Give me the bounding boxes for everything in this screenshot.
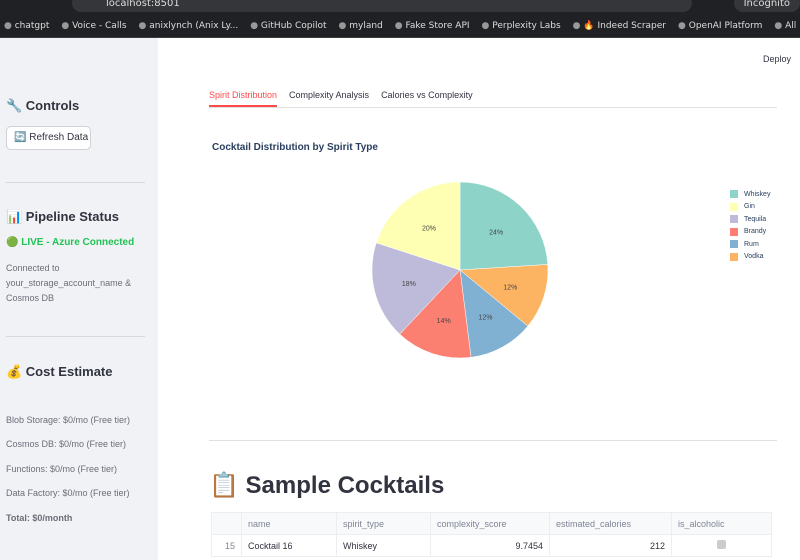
legend-label: Whiskey — [744, 190, 771, 198]
column-header[interactable]: is_alcoholic — [671, 512, 772, 535]
cost-item: Functions: $0/mo (Free tier) — [6, 464, 118, 474]
checkbox[interactable] — [717, 540, 726, 549]
column-header[interactable]: name — [241, 512, 337, 535]
cocktails-table[interactable]: name spirit_type complexity_score estima… — [211, 512, 772, 557]
pie-label: 14% — [437, 318, 451, 325]
legend-swatch — [730, 202, 738, 211]
cell-complexity[interactable]: 9.7454 — [430, 534, 550, 557]
cost-item: Data Factory: $0/mo (Free tier) — [6, 488, 130, 498]
incognito-badge: Incognito — [733, 0, 800, 12]
pie-slice-whiskey[interactable] — [459, 181, 549, 271]
bookmark[interactable]: myland — [339, 21, 383, 31]
section-heading: 📋 Sample Cocktails — [209, 472, 445, 499]
pie-label: 12% — [503, 284, 517, 291]
column-header — [211, 512, 242, 535]
divider — [6, 182, 145, 183]
legend-item[interactable]: Vodka — [730, 251, 770, 264]
legend-swatch — [730, 190, 738, 199]
cost-item: Blob Storage: $0/mo (Free tier) — [6, 415, 131, 425]
legend-swatch — [730, 215, 738, 224]
pie-label: 18% — [402, 281, 416, 288]
pie-label: 12% — [478, 314, 492, 321]
table-row[interactable]: 15 Cocktail 16 Whiskey 9.7454 212 — [211, 534, 772, 557]
sidebar: 🔧 Controls 🔄 Refresh Data 📊 Pipeline Sta… — [0, 38, 158, 560]
legend-item[interactable]: Rum — [730, 238, 770, 251]
cell-name[interactable]: Cocktail 16 — [241, 534, 337, 557]
row-index: 15 — [211, 534, 242, 557]
bookmark[interactable]: Perplexity Labs — [482, 21, 560, 31]
connection-text: Connected to your_storage_account_name &… — [6, 263, 132, 303]
bookmark[interactable]: Voice - Calls — [61, 21, 126, 31]
cell-spirit[interactable]: Whiskey — [336, 534, 431, 557]
legend-swatch — [730, 252, 738, 261]
column-header[interactable]: complexity_score — [430, 512, 550, 535]
pie-label: 24% — [489, 230, 503, 237]
address-bar[interactable]: localhost:8501 — [72, 0, 692, 12]
legend-swatch — [730, 240, 738, 249]
legend-item[interactable]: Tequila — [730, 213, 770, 226]
cost-total: Total: $0/month — [6, 513, 73, 523]
legend-item[interactable]: Whiskey — [730, 188, 770, 201]
bookmark[interactable]: OpenAI Platform — [678, 21, 763, 31]
chart-legend: Whiskey Gin Tequila Brandy Rum Vodka — [730, 188, 770, 263]
bookmark[interactable]: GitHub Copilot — [250, 21, 327, 31]
cell-calories[interactable]: 212 — [549, 534, 672, 557]
refresh-data-button[interactable]: 🔄 Refresh Data — [6, 126, 91, 150]
legend-label: Rum — [744, 240, 759, 248]
legend-item[interactable]: Brandy — [730, 226, 770, 239]
column-header[interactable]: estimated_calories — [549, 512, 672, 535]
pipeline-heading: 📊 Pipeline Status — [6, 209, 119, 224]
bookmark-folder[interactable]: All Bookmarks — [774, 21, 800, 31]
divider — [209, 440, 777, 441]
legend-label: Brandy — [744, 228, 767, 236]
bookmark[interactable]: anixlynch (Anix Ly... — [139, 21, 238, 31]
live-status: 🟢 LIVE - Azure Connected — [6, 237, 135, 248]
main-content: Deploy Spirit Distribution Complexity An… — [158, 38, 800, 560]
divider — [6, 336, 145, 337]
cost-item: Cosmos DB: $0/mo (Free tier) — [6, 439, 127, 449]
cost-heading: 💰 Cost Estimate — [6, 364, 113, 379]
legend-swatch — [730, 227, 738, 236]
cell-alcoholic[interactable] — [671, 534, 772, 557]
legend-label: Gin — [744, 203, 755, 211]
bookmark[interactable]: Fake Store API — [395, 21, 469, 31]
legend-item[interactable]: Gin — [730, 201, 770, 214]
bookmarks-bar: chatgpt Voice - Calls anixlynch (Anix Ly… — [0, 14, 800, 38]
bookmark[interactable]: chatgpt — [4, 21, 50, 31]
legend-label: Tequila — [744, 215, 767, 223]
pie-label: 20% — [422, 225, 436, 232]
pie-chart: 24% 12% 12% 14% 18% 20% — [371, 181, 549, 359]
legend-label: Vodka — [744, 253, 764, 261]
controls-heading: 🔧 Controls — [6, 98, 80, 113]
bookmark[interactable]: 🔥 Indeed Scraper — [573, 21, 666, 31]
browser-toolbar: localhost:8501 Incognito — [0, 0, 800, 14]
column-header[interactable]: spirit_type — [336, 512, 431, 535]
